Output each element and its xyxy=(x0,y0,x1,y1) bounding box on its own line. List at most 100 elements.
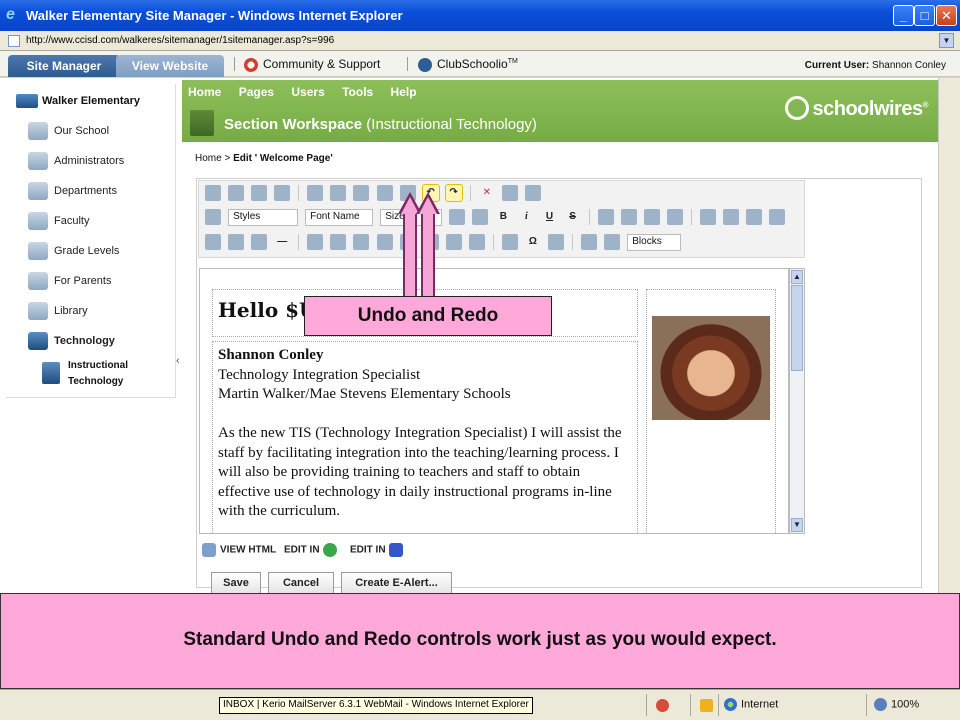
caption-text: Standard Undo and Redo controls work jus… xyxy=(183,629,777,650)
community-support-link[interactable]: Community & Support xyxy=(244,57,380,72)
redo-icon[interactable]: ↷ xyxy=(444,184,463,202)
privacy-icon[interactable] xyxy=(656,699,669,712)
clubschoolio-link[interactable]: ClubSchoolioTM xyxy=(418,57,518,72)
menu-help[interactable]: Help xyxy=(391,85,417,99)
tab-site-manager[interactable]: Site Manager xyxy=(8,55,120,77)
view-html-button[interactable]: VIEW HTML xyxy=(202,543,276,557)
save-button[interactable]: Save xyxy=(211,572,261,594)
edit-in-editor-button[interactable]: EDIT IN xyxy=(284,543,337,557)
address-bar: http://www.ccisd.com/walkeres/sitemanage… xyxy=(0,31,960,51)
tab-view-website[interactable]: View Website xyxy=(116,55,224,77)
menu-tools[interactable]: Tools xyxy=(342,85,373,99)
link-icon[interactable] xyxy=(353,234,370,250)
paste-icon[interactable] xyxy=(353,185,370,201)
minimize-button[interactable]: _ xyxy=(893,5,914,26)
scroll-down-button[interactable]: ▼ xyxy=(791,518,803,532)
schoolwires-logo-text: schoolwires xyxy=(812,98,923,120)
staff-role: Technology Integration Specialist xyxy=(218,366,421,383)
sidebar-item-instructional-technology[interactable]: Instructional Technology xyxy=(42,358,158,390)
font-name-dropdown[interactable]: Font Name xyxy=(305,208,374,226)
special-char-button[interactable]: Ω xyxy=(525,234,541,250)
format-painter-icon[interactable] xyxy=(205,209,221,225)
create-e-alert-button[interactable]: Create E-Alert... xyxy=(341,572,452,594)
scroll-thumb[interactable] xyxy=(791,285,803,371)
menu-pages[interactable]: Pages xyxy=(239,85,274,99)
bullet-list-icon[interactable] xyxy=(723,209,740,225)
browser-scrollbar[interactable] xyxy=(938,78,960,598)
insert-media-icon[interactable] xyxy=(205,234,221,250)
text-color-icon[interactable] xyxy=(449,209,466,225)
menu-users[interactable]: Users xyxy=(291,85,324,99)
close-button[interactable]: ✕ xyxy=(936,5,957,26)
photo-cell[interactable] xyxy=(646,289,776,533)
align-right-icon[interactable] xyxy=(643,209,660,225)
horizontal-rule-icon[interactable]: — xyxy=(274,234,290,250)
strikethrough-button[interactable]: S xyxy=(565,209,581,225)
address-input[interactable]: http://www.ccisd.com/walkeres/sitemanage… xyxy=(26,35,334,46)
edit-icon[interactable] xyxy=(228,234,245,250)
select-all-icon[interactable] xyxy=(501,185,518,201)
sidebar-item-label: Our School xyxy=(54,124,110,137)
cut-icon[interactable] xyxy=(307,185,324,201)
clean-icon[interactable] xyxy=(604,234,621,250)
blocks-dropdown[interactable]: Blocks xyxy=(627,233,682,251)
edit-in-label: EDIT IN xyxy=(284,544,320,556)
collapse-sidebar-button[interactable]: ‹ xyxy=(176,355,180,367)
sidebar-item-label: Grade Levels xyxy=(54,244,120,257)
flash-icon[interactable] xyxy=(307,234,324,250)
attachment-icon[interactable] xyxy=(251,234,268,250)
security-zone[interactable]: Internet xyxy=(724,698,778,711)
body-cell[interactable]: Shannon Conley Technology Integration Sp… xyxy=(212,341,638,533)
template-icon[interactable] xyxy=(581,234,598,250)
table-icon[interactable] xyxy=(468,234,485,250)
align-left-icon[interactable] xyxy=(597,209,614,225)
toolbar-divider xyxy=(469,185,471,201)
editor-scrollbar[interactable]: ▲ ▼ xyxy=(789,268,805,534)
sidebar-item-library[interactable]: Library xyxy=(28,302,88,320)
indent-icon[interactable] xyxy=(746,209,763,225)
edit-in-browser-button[interactable]: EDIT IN xyxy=(350,543,403,557)
form-icon[interactable] xyxy=(501,234,518,250)
cancel-button[interactable]: Cancel xyxy=(268,572,334,594)
caption-banner: Standard Undo and Redo controls work jus… xyxy=(0,593,960,689)
print-icon[interactable] xyxy=(251,185,268,201)
outdent-icon[interactable] xyxy=(769,209,786,225)
underline-button[interactable]: U xyxy=(542,209,558,225)
spellcheck-icon[interactable] xyxy=(205,185,221,201)
italic-button[interactable]: i xyxy=(518,209,534,225)
paste-text-icon[interactable] xyxy=(376,185,393,201)
delete-icon[interactable]: ✕ xyxy=(479,185,495,201)
sidebar-item-grade-levels[interactable]: Grade Levels xyxy=(28,242,119,260)
undo-redo-callout: Undo and Redo xyxy=(304,296,552,336)
warning-icon[interactable] xyxy=(700,699,713,712)
sidebar-item-administrators[interactable]: Administrators xyxy=(28,152,124,170)
justify-icon[interactable] xyxy=(666,209,683,225)
sidebar-item-faculty[interactable]: Faculty xyxy=(28,212,89,230)
find-icon[interactable] xyxy=(274,185,291,201)
breadcrumb-home[interactable]: Home xyxy=(195,153,222,164)
align-center-icon[interactable] xyxy=(620,209,637,225)
highlight-icon[interactable] xyxy=(472,209,489,225)
menu-home[interactable]: Home xyxy=(188,85,221,99)
image-edit-icon[interactable] xyxy=(445,234,462,250)
sidebar-site-root[interactable]: Walker Elementary xyxy=(16,94,140,108)
bold-button[interactable]: B xyxy=(495,209,511,225)
zoom-icon[interactable] xyxy=(524,185,541,201)
preview-icon[interactable] xyxy=(228,185,245,201)
maximize-button[interactable]: □ xyxy=(914,5,935,26)
folder-open-icon xyxy=(28,332,48,350)
unlink-icon[interactable] xyxy=(376,234,393,250)
scroll-up-button[interactable]: ▲ xyxy=(791,270,803,284)
sidebar-item-technology[interactable]: Technology xyxy=(28,332,115,350)
accessibility-icon[interactable] xyxy=(548,234,564,250)
globe-icon[interactable] xyxy=(330,234,347,250)
styles-dropdown[interactable]: Styles xyxy=(228,208,299,226)
toolbar-divider xyxy=(298,234,300,250)
copy-icon[interactable] xyxy=(330,185,347,201)
sidebar-item-for-parents[interactable]: For Parents xyxy=(28,272,111,290)
sidebar-item-our-school[interactable]: Our School xyxy=(28,122,109,140)
sidebar-item-departments[interactable]: Departments xyxy=(28,182,117,200)
numbered-list-icon[interactable] xyxy=(700,209,716,225)
address-dropdown-button[interactable]: ▼ xyxy=(939,33,954,48)
zoom-control[interactable]: 100% xyxy=(874,698,919,711)
